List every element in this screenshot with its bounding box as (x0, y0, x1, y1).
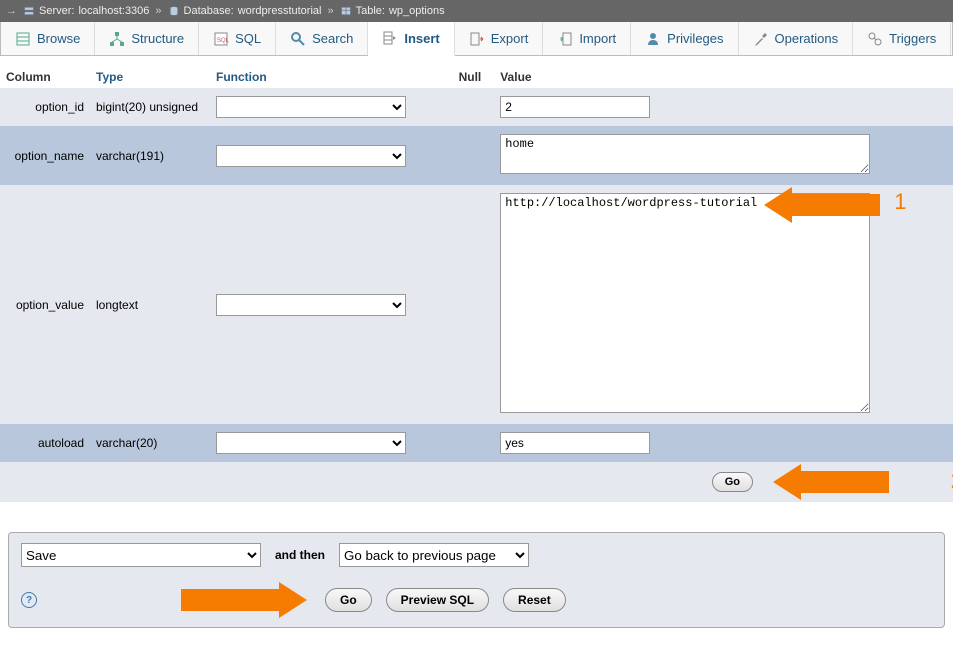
value-input-option-id[interactable] (500, 96, 650, 118)
column-type: varchar(191) (90, 126, 210, 185)
function-select[interactable] (216, 145, 406, 167)
tab-label: Browse (37, 31, 80, 46)
annotation-arrow-3 (181, 582, 311, 618)
function-select[interactable] (216, 96, 406, 118)
server-icon (23, 5, 35, 17)
tab-label: Privileges (667, 31, 723, 46)
header-null: Null (453, 66, 495, 88)
breadcrumb-table[interactable]: Table: wp_options (340, 5, 445, 17)
tab-label: SQL (235, 31, 261, 46)
bottom-row-options: Save and then Go back to previous page (9, 533, 944, 577)
header-function[interactable]: Function (210, 66, 453, 88)
function-select[interactable] (216, 294, 406, 316)
tab-privileges[interactable]: Privileges (631, 22, 738, 55)
table-row: option_id bigint(20) unsigned (0, 88, 953, 126)
import-icon (557, 31, 573, 47)
breadcrumb-database-label: Database: (184, 5, 234, 17)
value-textarea-option-name[interactable]: home (500, 134, 870, 174)
tab-bar: Browse Structure SQL SQL Search Insert E… (0, 22, 953, 56)
tab-label: Structure (131, 31, 184, 46)
breadcrumb-server[interactable]: Server: localhost:3306 (23, 5, 149, 17)
breadcrumb-table-label: Table: (356, 5, 385, 17)
tab-structure[interactable]: Structure (95, 22, 199, 55)
table-row: option_name varchar(191) home (0, 126, 953, 185)
after-action-select[interactable]: Go back to previous page (339, 543, 529, 567)
tab-sql[interactable]: SQL SQL (199, 22, 276, 55)
tab-label: Triggers (889, 31, 936, 46)
go-button-row[interactable]: Go (712, 472, 753, 492)
breadcrumb-separator: » (155, 5, 161, 17)
preview-sql-button[interactable]: Preview SQL (386, 588, 489, 612)
search-icon (290, 31, 306, 47)
breadcrumb-database[interactable]: Database: wordpresstutorial (168, 5, 322, 17)
tab-label: Operations (775, 31, 839, 46)
insert-form-table: Column Type Function Null Value option_i… (0, 66, 953, 502)
browse-icon (15, 31, 31, 47)
and-then-label: and then (275, 548, 325, 562)
structure-icon (109, 31, 125, 47)
column-name: option_value (0, 185, 90, 424)
annotation-number-1: 1 (894, 189, 906, 215)
value-input-autoload[interactable] (500, 432, 650, 454)
table-row: autoload varchar(20) (0, 424, 953, 462)
null-cell (453, 185, 495, 424)
breadcrumb-server-label: Server: (39, 5, 74, 17)
column-name: option_id (0, 88, 90, 126)
column-type: longtext (90, 185, 210, 424)
save-select[interactable]: Save (21, 543, 261, 567)
svg-text:SQL: SQL (217, 38, 229, 44)
tab-search[interactable]: Search (276, 22, 368, 55)
tab-label: Import (579, 31, 616, 46)
function-select[interactable] (216, 432, 406, 454)
breadcrumb-bar: → Server: localhost:3306 » Database: wor… (0, 0, 953, 22)
tab-operations[interactable]: Operations (739, 22, 854, 55)
header-type[interactable]: Type (90, 66, 210, 88)
tab-triggers[interactable]: Triggers (853, 22, 951, 55)
null-cell (453, 88, 495, 126)
column-type: varchar(20) (90, 424, 210, 462)
column-type: bigint(20) unsigned (90, 88, 210, 126)
go-row: Go 2 (0, 462, 953, 502)
tab-insert[interactable]: Insert (368, 22, 454, 56)
breadcrumb-server-value: localhost:3306 (78, 5, 149, 17)
header-column: Column (0, 66, 90, 88)
annotation-arrow-2 (773, 464, 893, 500)
value-textarea-option-value[interactable]: http://localhost/wordpress-tutorial (500, 193, 870, 413)
table-row: option_value longtext http://localhost/w… (0, 185, 953, 424)
database-icon (168, 5, 180, 17)
help-icon[interactable]: ? (21, 592, 37, 608)
header-value: Value (494, 66, 953, 88)
tab-label: Export (491, 31, 529, 46)
privileges-icon (645, 31, 661, 47)
triggers-icon (867, 31, 883, 47)
operations-icon (753, 31, 769, 47)
breadcrumb-table-value: wp_options (389, 5, 445, 17)
column-name: autoload (0, 424, 90, 462)
null-cell (453, 126, 495, 185)
bottom-panel: Save and then Go back to previous page ?… (8, 532, 945, 628)
table-icon (340, 5, 352, 17)
insert-icon (382, 30, 398, 46)
export-icon (469, 31, 485, 47)
sql-icon: SQL (213, 31, 229, 47)
breadcrumb-collapse-arrow[interactable]: → (6, 5, 17, 17)
tab-import[interactable]: Import (543, 22, 631, 55)
go-button-bottom[interactable]: Go (325, 588, 372, 612)
tab-browse[interactable]: Browse (1, 22, 95, 55)
tab-label: Insert (404, 31, 439, 46)
tab-label: Search (312, 31, 353, 46)
bottom-row-buttons: ? Go Preview SQL Reset (9, 577, 944, 627)
column-name: option_name (0, 126, 90, 185)
breadcrumb-separator: » (327, 5, 333, 17)
tab-export[interactable]: Export (455, 22, 544, 55)
breadcrumb-database-value: wordpresstutorial (238, 5, 322, 17)
null-cell (453, 424, 495, 462)
reset-button[interactable]: Reset (503, 588, 566, 612)
